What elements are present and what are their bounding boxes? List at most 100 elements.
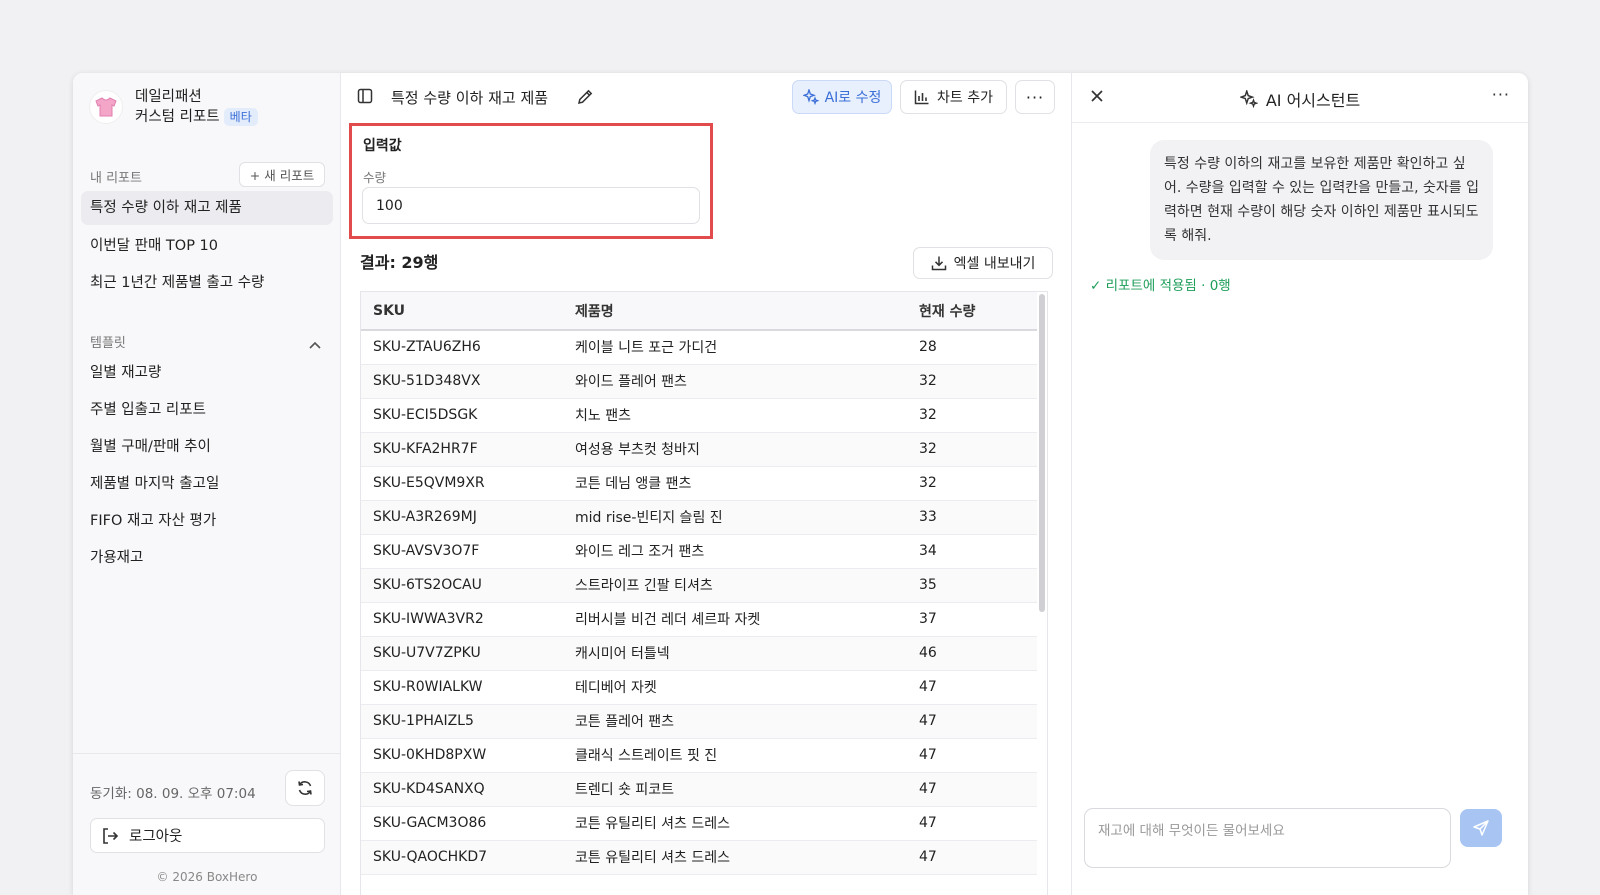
brand-subtitle: 커스텀 리포트 — [135, 109, 220, 125]
template-item[interactable]: 일별 재고량 — [81, 356, 333, 390]
bar-chart-icon — [914, 90, 929, 105]
column-header[interactable]: SKU — [361, 292, 563, 331]
sku-cell: SKU-AVSV3O7F — [361, 534, 563, 569]
table-row[interactable]: SKU-E5QVM9XR 코튼 데님 앵클 팬츠 32 — [361, 466, 1037, 501]
quantity-input[interactable] — [362, 187, 700, 224]
table-row[interactable]: SKU-ECI5DSGK 치노 팬츠 32 — [361, 398, 1037, 433]
sku-cell: SKU-E5QVM9XR — [361, 466, 563, 501]
table-row[interactable]: SKU-ZTAU6ZH6 케이블 니트 포근 가디건 28 — [361, 330, 1037, 365]
product-name-cell: 테디베어 자켓 — [563, 670, 907, 705]
result-table-container[interactable]: SKU 제품명 현재 수량 SKU-ZTAU6ZH6 케이블 니트 포근 가디건 2… — [360, 291, 1048, 895]
table-row[interactable]: SKU-6TS2OCAU 스트라이프 긴팔 티셔츠 35 — [361, 568, 1037, 603]
templates-heading: 템플릿 — [90, 336, 126, 351]
applied-status: ✓ 리포트에 적용됨 · 0행 — [1090, 278, 1231, 294]
quantity-cell: 47 — [907, 772, 1037, 807]
template-item[interactable]: 가용재고 — [81, 541, 333, 575]
column-header[interactable]: 제품명 — [563, 292, 907, 331]
product-name-cell: 캐시미어 터틀넥 — [563, 636, 907, 671]
copyright: © 2026 BoxHero — [156, 870, 258, 884]
table-row[interactable]: SKU-R0WIALKW 테디베어 자켓 47 — [361, 670, 1037, 705]
quantity-label: 수량 — [363, 170, 387, 185]
quantity-cell: 47 — [907, 738, 1037, 773]
report-toolbar: 특정 수량 이하 재고 제품 AI로 수정 차트 추가 ··· — [341, 73, 1071, 121]
logout-label: 로그아웃 — [129, 829, 183, 845]
product-name-cell: 코튼 유틸리티 셔츠 드레스 — [563, 840, 907, 875]
brand-name: 데일리패션 — [135, 89, 202, 105]
send-button[interactable] — [1460, 809, 1502, 847]
table-row[interactable]: SKU-QAOCHKD7 코튼 유틸리티 셔츠 드레스 47 — [361, 840, 1037, 875]
quantity-cell: 35 — [907, 568, 1037, 603]
export-label: 엑셀 내보내기 — [953, 256, 1036, 272]
logout-button[interactable]: 로그아웃 — [90, 818, 325, 853]
table-row[interactable]: SKU-A3R269MJ mid rise-빈티지 슬림 진 33 — [361, 500, 1037, 535]
quantity-cell: 34 — [907, 534, 1037, 569]
chevron-up-icon[interactable] — [309, 337, 321, 353]
product-name-cell: 와이드 플레어 팬츠 — [563, 364, 907, 399]
product-name-cell: 클래식 스트레이트 핏 진 — [563, 738, 907, 773]
template-item[interactable]: 월별 구매/판매 추이 — [81, 430, 333, 464]
add-chart-button[interactable]: 차트 추가 — [900, 80, 1007, 114]
product-name-cell: 코튼 유틸리티 셔츠 드레스 — [563, 806, 907, 841]
ai-panel-more-button[interactable]: ··· — [1492, 85, 1510, 104]
download-icon — [931, 256, 946, 271]
table-row[interactable]: SKU-KFA2HR7F 여성용 부츠컷 청바지 32 — [361, 432, 1037, 467]
table-row[interactable]: SKU-AVSV3O7F 와이드 레그 조거 팬츠 34 — [361, 534, 1037, 569]
table-row[interactable]: SKU-1PHAIZL5 코튼 플레어 팬츠 47 — [361, 704, 1037, 739]
user-message-bubble: 특정 수량 이하의 재고를 보유한 제품만 확인하고 싶어. 수량을 입력할 수… — [1150, 140, 1493, 260]
pencil-icon[interactable] — [576, 88, 594, 110]
excel-export-button[interactable]: 엑셀 내보내기 — [913, 247, 1053, 279]
sidebar-toggle-icon[interactable] — [357, 88, 373, 108]
shirt-logo-icon — [89, 90, 123, 124]
sku-cell: SKU-51D348VX — [361, 364, 563, 399]
sparkle-icon — [802, 89, 819, 105]
table-scrollbar[interactable] — [1039, 294, 1045, 612]
ai-edit-button[interactable]: AI로 수정 — [792, 80, 892, 114]
product-name-cell: 케이블 니트 포근 가디건 — [563, 330, 907, 365]
quantity-cell: 46 — [907, 636, 1037, 671]
sidebar: 데일리패션 커스텀 리포트 베타 내 리포트 + 새 리포트 특정 수량 이하 재… — [73, 73, 341, 895]
input-card-title: 입력값 — [363, 138, 402, 154]
ai-panel-title-text: AI 어시스턴트 — [1265, 91, 1361, 110]
more-options-button[interactable]: ··· — [1015, 80, 1055, 114]
column-header[interactable]: 현재 수량 — [907, 292, 1037, 331]
product-name-cell: 리버시블 비건 레더 셰르파 자켓 — [563, 602, 907, 637]
sku-cell: SKU-IWWA3VR2 — [361, 602, 563, 637]
table-row[interactable]: SKU-IWWA3VR2 리버시블 비건 레더 셰르파 자켓 37 — [361, 602, 1037, 637]
table-row[interactable]: SKU-0KHD8PXW 클래식 스트레이트 핏 진 47 — [361, 738, 1037, 773]
my-reports-heading: 내 리포트 — [90, 171, 142, 186]
report-item[interactable]: 최근 1년간 제품별 출고 수량 — [81, 266, 333, 300]
sidebar-divider — [73, 753, 340, 754]
table-row[interactable]: SKU-KD4SANXQ 트렌디 숏 피코트 47 — [361, 772, 1037, 807]
result-table: SKU 제품명 현재 수량 SKU-ZTAU6ZH6 케이블 니트 포근 가디건 2… — [361, 292, 1037, 875]
table-row[interactable]: SKU-51D348VX 와이드 플레어 팬츠 32 — [361, 364, 1037, 399]
report-title: 특정 수량 이하 재고 제품 — [391, 89, 549, 107]
table-row[interactable]: SKU-U7V7ZPKU 캐시미어 터틀넥 46 — [361, 636, 1037, 671]
new-report-button[interactable]: + 새 리포트 — [239, 162, 325, 187]
product-name-cell: 코튼 플레어 팬츠 — [563, 704, 907, 739]
quantity-cell: 32 — [907, 364, 1037, 399]
brand: 데일리패션 커스텀 리포트 베타 — [89, 87, 258, 127]
sync-status: 동기화: 08. 09. 오후 07:04 — [90, 786, 256, 802]
product-name-cell: 스트라이프 긴팔 티셔츠 — [563, 568, 907, 603]
input-values-card: 입력값 수량 — [349, 123, 713, 239]
report-item[interactable]: 이번달 판매 TOP 10 — [81, 229, 333, 263]
beta-badge: 베타 — [223, 108, 258, 126]
sku-cell: SKU-A3R269MJ — [361, 500, 563, 535]
chat-input[interactable] — [1084, 808, 1451, 868]
quantity-cell: 47 — [907, 670, 1037, 705]
quantity-cell: 37 — [907, 602, 1037, 637]
sku-cell: SKU-0KHD8PXW — [361, 738, 563, 773]
sku-cell: SKU-KD4SANXQ — [361, 772, 563, 807]
quantity-cell: 47 — [907, 840, 1037, 875]
table-row[interactable]: SKU-GACM3O86 코튼 유틸리티 셔츠 드레스 47 — [361, 806, 1037, 841]
template-item[interactable]: FIFO 재고 자산 평가 — [81, 504, 333, 538]
quantity-cell: 32 — [907, 432, 1037, 467]
product-name-cell: 치노 팬츠 — [563, 398, 907, 433]
report-item[interactable]: 특정 수량 이하 재고 제품 — [81, 191, 333, 225]
quantity-cell: 47 — [907, 806, 1037, 841]
refresh-button[interactable] — [285, 770, 325, 806]
sku-cell: SKU-1PHAIZL5 — [361, 704, 563, 739]
template-item[interactable]: 주별 입출고 리포트 — [81, 393, 333, 427]
quantity-cell: 47 — [907, 704, 1037, 739]
template-item[interactable]: 제품별 마지막 출고일 — [81, 467, 333, 501]
